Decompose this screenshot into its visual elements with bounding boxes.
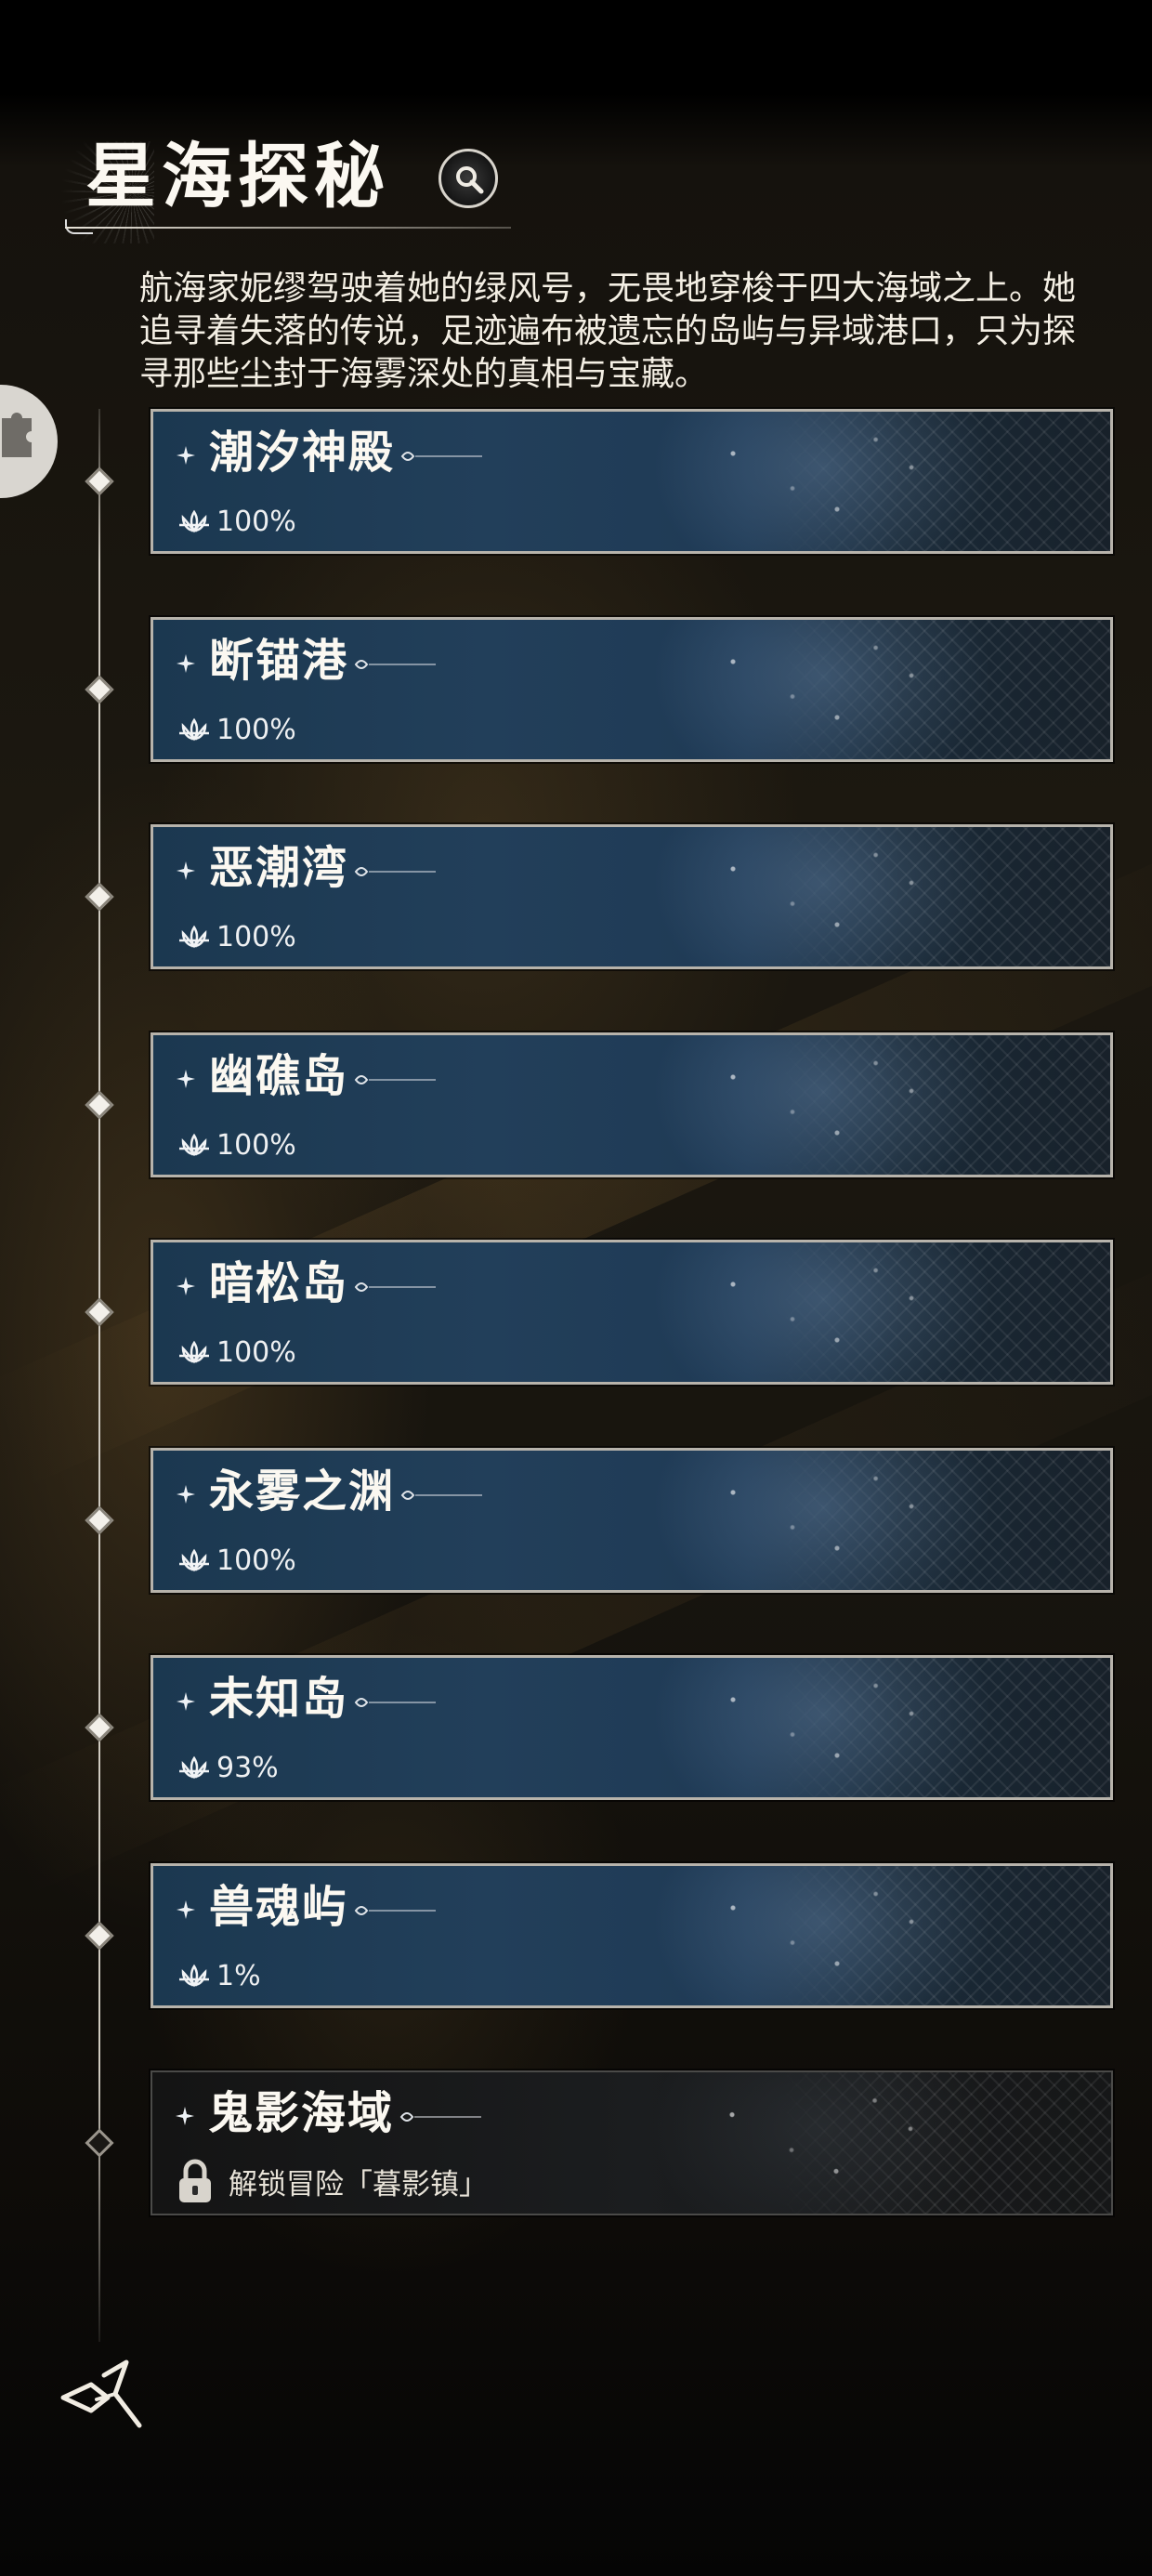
region-name: 潮汐神殿: [209, 425, 484, 480]
unlock-hint: 解锁冒险「暮影镇」: [229, 2167, 488, 2201]
title-bar: 星海探秘: [37, 130, 520, 243]
sparkle-icon: [177, 1485, 195, 1504]
lotus-icon: [179, 1755, 209, 1780]
title-ornament: [400, 451, 483, 461]
sparkle-icon: [177, 861, 195, 880]
title-ornament: [354, 1074, 437, 1084]
region-name-text: 潮汐神殿: [209, 427, 396, 479]
region-card[interactable]: 幽礁岛 100%: [149, 1031, 1115, 1179]
sparkle-icon: [177, 446, 195, 465]
sparkle-icon: [176, 2107, 194, 2125]
progress-value: 100%: [216, 1128, 296, 1162]
progress-value: 100%: [216, 505, 296, 538]
region-name: 鬼影海域: [208, 2085, 483, 2141]
sparkle-icon: [177, 1277, 195, 1295]
region-card[interactable]: 兽魂屿 1%: [149, 1861, 1115, 2010]
region-card[interactable]: 鬼影海域解锁冒险「暮影镇」: [149, 2069, 1115, 2217]
region-card[interactable]: 永雾之渊 100%: [149, 1446, 1115, 1595]
progress-row: 100%: [177, 709, 296, 750]
card-starfield: [674, 1035, 971, 1175]
card-starfield: [674, 412, 971, 551]
progress-row: 93%: [177, 1747, 279, 1788]
lotus-icon: [179, 1133, 209, 1157]
region-name-text: 兽魂屿: [209, 1881, 349, 1933]
region-name: 暗松岛: [209, 1255, 438, 1311]
lotus-icon: [179, 925, 209, 949]
region-name: 兽魂屿: [209, 1879, 438, 1935]
title-ornament: [354, 1697, 437, 1707]
progress-row: 100%: [177, 501, 296, 542]
progress-row: 100%: [177, 1124, 296, 1165]
progress-value: 93%: [216, 1751, 279, 1784]
unlock-hint-row: 解锁冒险「暮影镇」: [177, 2158, 488, 2204]
region-card[interactable]: 恶潮湾 100%: [149, 822, 1115, 971]
card-starfield: [674, 1866, 971, 2005]
title-ornament: [400, 1490, 483, 1500]
region-name: 未知岛: [209, 1671, 438, 1727]
progress-row: 100%: [177, 1332, 296, 1373]
progress-value: 100%: [216, 920, 296, 953]
card-starfield: [673, 2072, 970, 2214]
card-starfield: [674, 827, 971, 966]
lotus-icon: [179, 1964, 209, 1988]
card-starfield: [674, 1658, 971, 1797]
region-card[interactable]: 断锚港 100%: [149, 615, 1115, 764]
region-name-text: 断锚港: [209, 635, 349, 687]
title-ornament: [354, 1905, 437, 1915]
card-starfield: [674, 1451, 971, 1590]
progress-value: 100%: [216, 1335, 296, 1369]
region-card[interactable]: 潮汐神殿 100%: [149, 407, 1115, 556]
region-name-text: 永雾之渊: [209, 1465, 396, 1518]
lotus-icon: [179, 717, 209, 742]
region-name: 永雾之渊: [209, 1464, 484, 1519]
region-name-text: 幽礁岛: [209, 1050, 349, 1102]
region-name: 恶潮湾: [209, 840, 438, 896]
puzzle-icon: [2, 413, 32, 457]
lotus-icon: [179, 1340, 209, 1364]
region-name: 幽礁岛: [209, 1048, 438, 1104]
card-starfield: [674, 620, 971, 759]
progress-row: 1%: [177, 1955, 261, 1996]
back-arrow-icon[interactable]: [59, 2357, 149, 2431]
title-ornament: [354, 659, 437, 669]
page-title: 星海探秘: [85, 135, 390, 217]
description-text: 航海家妮缪驾驶着她的绿风号，无畏地穿梭于四大海域之上。她追寻着失落的传说，足迹遍…: [139, 269, 1077, 393]
region-name: 断锚港: [209, 633, 438, 689]
lotus-icon: [179, 509, 209, 533]
progress-row: 100%: [177, 1540, 296, 1581]
progress-row: 100%: [177, 916, 296, 957]
title-ornament: [354, 1281, 437, 1292]
region-name-text: 未知岛: [209, 1673, 349, 1725]
progress-value: 100%: [216, 1544, 296, 1577]
title-ornament: [354, 866, 437, 876]
search-button[interactable]: [439, 149, 498, 208]
lock-icon: [179, 2159, 211, 2202]
sparkle-icon: [177, 1692, 195, 1711]
sparkle-icon: [177, 654, 195, 673]
region-name-text: 鬼影海域: [208, 2087, 395, 2139]
card-starfield: [674, 1242, 971, 1382]
region-card[interactable]: 暗松岛 100%: [149, 1238, 1115, 1387]
region-name-text: 暗松岛: [209, 1257, 349, 1309]
title-ornament: [399, 2111, 482, 2122]
lotus-icon: [179, 1548, 209, 1572]
sparkle-icon: [177, 1900, 195, 1919]
title-underline: [65, 227, 511, 229]
sparkle-icon: [177, 1070, 195, 1088]
progress-value: 1%: [216, 1959, 261, 1992]
magnifier-icon: [456, 166, 484, 194]
progress-value: 100%: [216, 713, 296, 746]
region-name-text: 恶潮湾: [209, 842, 349, 894]
region-card[interactable]: 未知岛 93%: [149, 1653, 1115, 1802]
